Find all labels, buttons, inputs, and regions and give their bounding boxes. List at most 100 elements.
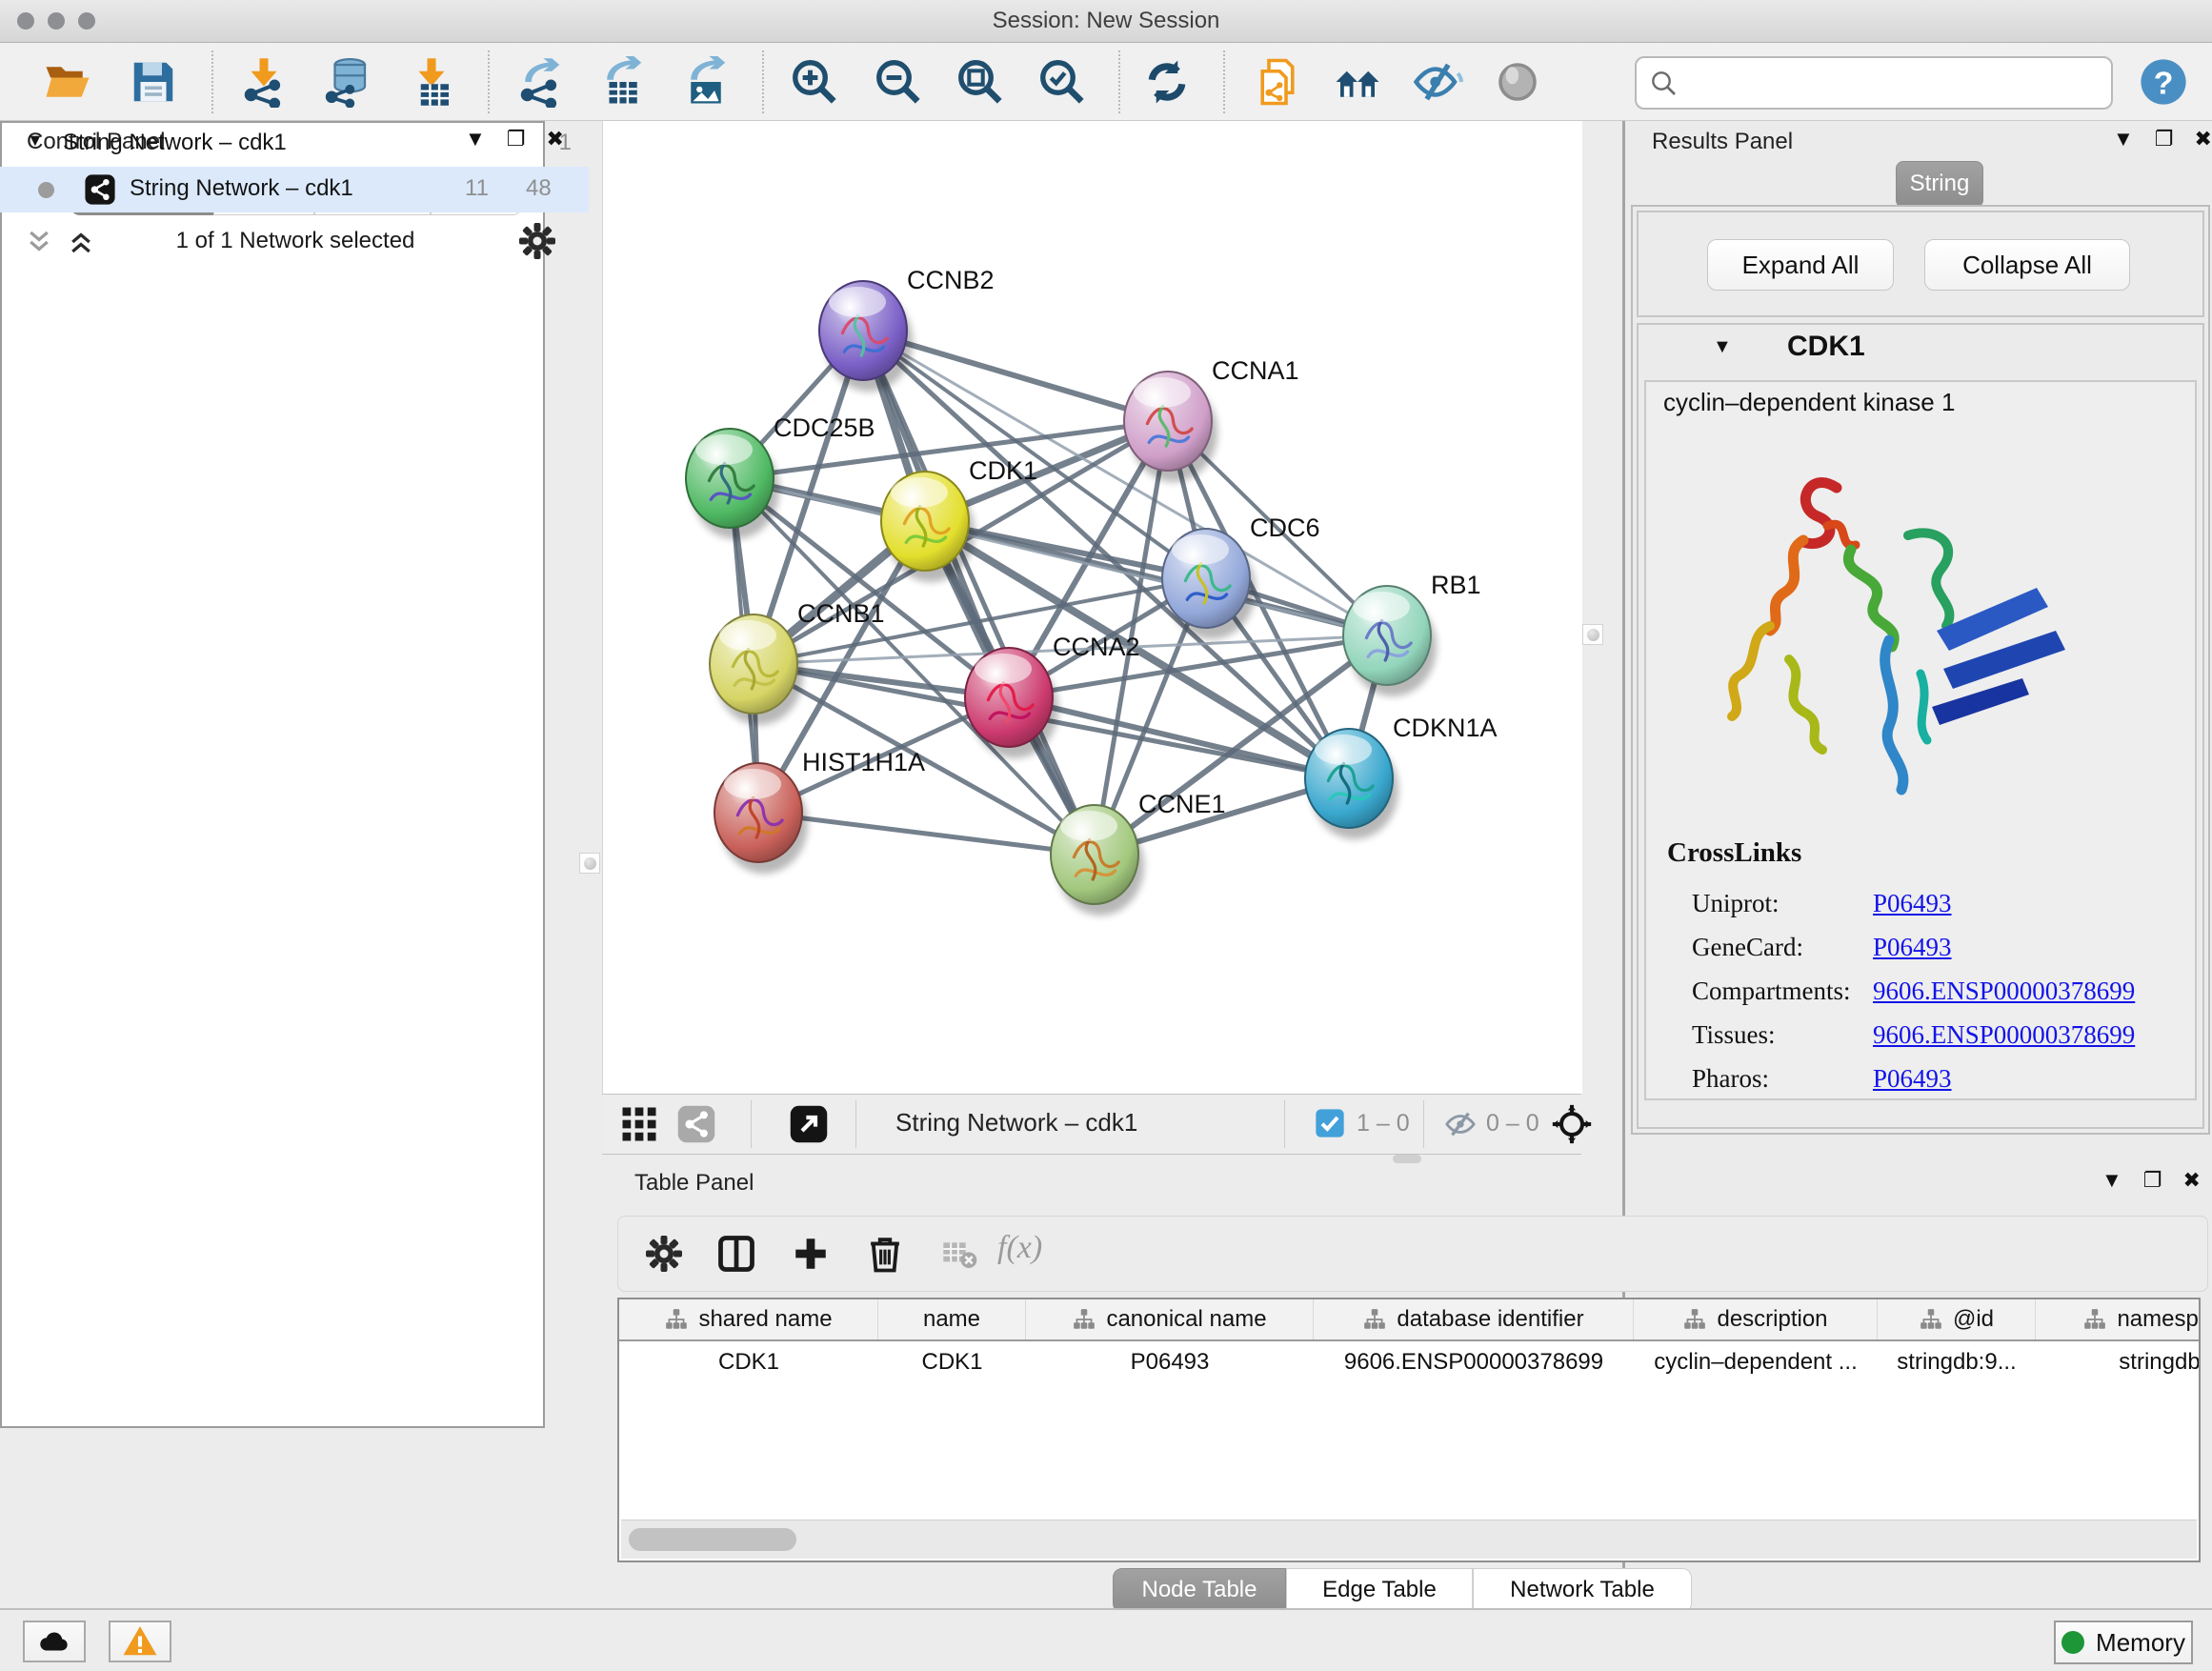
collapse-triangle-icon[interactable]: ▼ — [27, 131, 44, 151]
node-CCNB2[interactable] — [819, 281, 913, 392]
network-row-selected[interactable]: String Network – cdk1 11 48 — [0, 167, 589, 212]
function-builder-button[interactable]: f(x) — [997, 1230, 1042, 1266]
save-session-button[interactable] — [124, 54, 183, 110]
crosslink-label: Pharos: — [1692, 1064, 1873, 1094]
open-session-button[interactable] — [38, 54, 97, 110]
column-header-name[interactable]: name — [878, 1299, 1026, 1339]
crosslink-row: Pharos:P06493 — [1692, 1057, 2187, 1100]
show-all-button[interactable] — [1488, 54, 1547, 110]
right-splitter-handle[interactable] — [1582, 624, 1603, 645]
first-neighbors-button[interactable] — [1328, 54, 1387, 110]
hscrollbar-thumb[interactable] — [629, 1528, 796, 1551]
export-table-button[interactable] — [593, 54, 652, 110]
column-header--id[interactable]: @id — [1878, 1299, 2036, 1339]
detach-view-button[interactable] — [789, 1104, 829, 1149]
node-label-CCNA1: CCNA1 — [1212, 356, 1299, 385]
save-floppy-icon — [128, 56, 179, 108]
table-tabs: Node TableEdge TableNetwork Table — [1113, 1568, 1692, 1613]
zoom-fit-button[interactable] — [951, 54, 1010, 110]
table-cell: 9606.ENSP00000378699 — [1314, 1341, 1634, 1383]
delete-column-button[interactable] — [858, 1226, 912, 1281]
crosslink-link[interactable]: P06493 — [1873, 933, 1952, 962]
tab-network-table[interactable]: Network Table — [1473, 1568, 1692, 1613]
node-label-CCNB1: CCNB1 — [797, 599, 885, 628]
plus-icon — [791, 1234, 831, 1274]
cloud-status-button[interactable] — [23, 1621, 86, 1662]
float-window-icon[interactable]: ❐ — [2143, 1168, 2162, 1193]
float-menu-icon[interactable]: ▼ — [2101, 1168, 2122, 1193]
gear-icon — [518, 222, 556, 260]
delete-table-button[interactable] — [933, 1226, 986, 1281]
selected-nodes-checkbox[interactable] — [1315, 1108, 1345, 1143]
crosslink-link[interactable]: P06493 — [1873, 889, 1952, 918]
node-HIST1H1A[interactable] — [714, 763, 808, 874]
zoom-in-button[interactable] — [785, 54, 844, 110]
column-header-shared-name[interactable]: shared name — [619, 1299, 878, 1339]
column-header-namespace[interactable]: namespace — [2036, 1299, 2201, 1339]
protein-structure-image[interactable] — [1694, 435, 2113, 807]
zoom-selected-button[interactable] — [1033, 54, 1092, 110]
network-view[interactable]: CCNB2CCNA1CDC25BCDK1CDC6RB1CCNB1CCNA2CDK… — [602, 121, 1582, 1094]
column-header-description[interactable]: description — [1634, 1299, 1878, 1339]
node-RB1[interactable] — [1343, 586, 1437, 696]
column-header-canonical-name[interactable]: canonical name — [1026, 1299, 1314, 1339]
collapse-triangle-icon[interactable]: ▼ — [1713, 336, 1732, 358]
table-row[interactable]: CDK1CDK1P064939606.ENSP00000378699cyclin… — [619, 1341, 2199, 1383]
selected-counts: 1 – 0 — [1357, 1110, 1410, 1137]
float-menu-icon[interactable]: ▼ — [2113, 127, 2134, 151]
import-network-database-button[interactable] — [318, 54, 377, 110]
node-CDC6[interactable] — [1162, 529, 1256, 639]
eye-slash-small-icon — [1444, 1108, 1477, 1140]
import-table-file-button[interactable] — [402, 54, 461, 110]
import-network-file-button[interactable] — [234, 54, 293, 110]
collapse-all-networks-button[interactable] — [25, 228, 53, 261]
create-column-button[interactable] — [784, 1226, 837, 1281]
houses-icon — [1332, 56, 1383, 108]
protein-card: cyclin–dependent kinase 1 — [1644, 380, 2197, 1100]
network-options-button[interactable] — [518, 222, 556, 265]
copy-pages-icon — [1252, 56, 1303, 108]
export-image-button[interactable] — [676, 54, 735, 110]
close-panel-icon[interactable]: ✖ — [2183, 1168, 2201, 1193]
results-panel-body: Expand All Collapse All ▼ CDK1 cyclin–de… — [1631, 205, 2210, 1135]
refresh-button[interactable] — [1137, 54, 1196, 110]
warnings-button[interactable] — [109, 1621, 171, 1662]
node-CCNA2[interactable] — [965, 648, 1058, 758]
node-CCNE1[interactable] — [1051, 805, 1144, 916]
left-splitter-handle[interactable] — [579, 853, 600, 874]
network-type-button[interactable] — [676, 1104, 716, 1149]
collapse-all-button[interactable]: Collapse All — [1924, 239, 2130, 291]
search-input[interactable] — [1686, 62, 2100, 102]
memory-button[interactable]: Memory — [2054, 1621, 2193, 1664]
network-collection-row[interactable]: ▼ String Network – cdk1 1 — [0, 121, 589, 167]
svg-text:?: ? — [2154, 65, 2174, 101]
results-panel-controls: ▼ ❐ ✖ — [2113, 127, 2212, 151]
node-CDKN1A[interactable] — [1305, 729, 1398, 839]
expand-all-button[interactable]: Expand All — [1707, 239, 1894, 291]
node-CDC25B[interactable] — [686, 429, 779, 539]
float-window-icon[interactable]: ❐ — [2155, 127, 2174, 151]
help-button[interactable]: ? — [2134, 54, 2193, 110]
fit-content-button[interactable] — [1551, 1103, 1593, 1150]
copy-network-button[interactable] — [1248, 54, 1307, 110]
column-type-icon — [1362, 1307, 1387, 1332]
birdseye-toggle-button[interactable] — [619, 1104, 659, 1149]
table-options-button[interactable] — [637, 1226, 691, 1281]
node-CDK1[interactable] — [881, 472, 975, 582]
zoom-out-button[interactable] — [869, 54, 928, 110]
crosslink-link[interactable]: 9606.ENSP00000378699 — [1873, 1020, 2135, 1050]
crosslink-link[interactable]: 9606.ENSP00000378699 — [1873, 976, 2135, 1006]
column-header-database-identifier[interactable]: database identifier — [1314, 1299, 1634, 1339]
export-network-button[interactable] — [511, 54, 570, 110]
external-arrow-icon — [789, 1104, 829, 1144]
expand-all-networks-button[interactable] — [67, 228, 95, 261]
tab-edge-table[interactable]: Edge Table — [1286, 1568, 1473, 1613]
tab-node-table[interactable]: Node Table — [1113, 1568, 1286, 1613]
hide-selected-button[interactable] — [1408, 54, 1467, 110]
tab-string[interactable]: String — [1896, 161, 1983, 208]
node-CCNA1[interactable] — [1124, 372, 1217, 482]
close-panel-icon[interactable]: ✖ — [2195, 127, 2212, 151]
node-label-CCNE1: CCNE1 — [1138, 790, 1226, 818]
crosslink-link[interactable]: P06493 — [1873, 1064, 1952, 1094]
show-columns-button[interactable] — [710, 1226, 763, 1281]
